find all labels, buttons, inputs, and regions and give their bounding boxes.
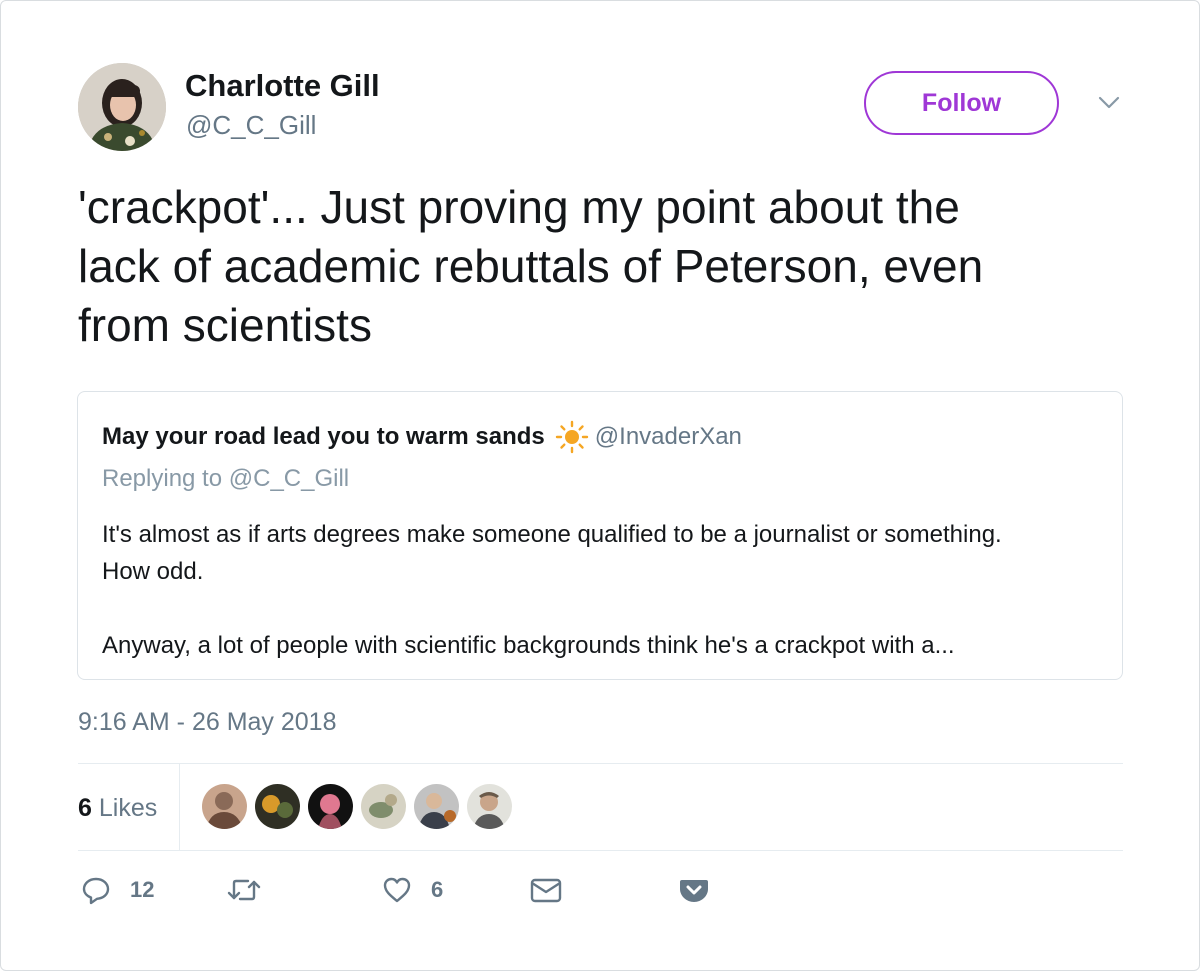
liker-avatar[interactable] [202,784,247,829]
replying-prefix: Replying to [102,465,223,492]
divider [179,764,180,850]
direct-message-button[interactable] [529,874,563,906]
tweet-text: 'crackpot'... Just proving my point abou… [78,178,1138,355]
likes-count: 6 [78,794,92,822]
retweet-button[interactable] [226,874,280,906]
quoted-tweet-body: It's almost as if arts degrees make some… [102,516,1102,664]
like-button[interactable]: 6 [381,874,443,906]
avatar-image [78,63,166,151]
divider [78,763,1123,764]
pocket-button[interactable] [678,874,710,906]
liker-avatar[interactable] [308,784,353,829]
heart-icon [381,874,413,906]
reply-count: 12 [130,877,155,902]
quoted-text-line: Anyway, a lot of people with scientific … [102,632,955,659]
author-display-name[interactable]: Charlotte Gill [185,68,380,104]
quoted-author-name: May your road lead you to warm sands [102,423,545,450]
sun-icon [555,420,589,454]
reply-button[interactable]: 12 [80,874,154,906]
liker-avatar[interactable] [414,784,459,829]
quoted-text-line [102,590,1102,627]
action-bar: 12 6 [80,874,780,914]
liker-avatar[interactable] [361,784,406,829]
pocket-icon [678,874,710,906]
reply-icon [80,874,112,906]
tweet-timestamp[interactable]: 9:16 AM - 26 May 2018 [78,708,336,737]
quoted-text-line: How odd. [102,558,204,585]
envelope-icon [529,874,563,906]
chevron-down-icon[interactable] [1096,92,1122,112]
replying-to: Replying to @C_C_Gill [102,465,349,493]
author-handle[interactable]: @C_C_Gill [186,110,316,141]
author-avatar[interactable] [78,63,166,151]
tweet-text-line: lack of academic rebuttals of Peterson, … [78,240,984,292]
quoted-text-line: It's almost as if arts degrees make some… [102,521,1002,548]
follow-button[interactable]: Follow [864,71,1059,135]
tweet-text-line: 'crackpot'... Just proving my point abou… [78,181,960,233]
likes-label: Likes [98,794,158,822]
tweet-text-line: from scientists [78,299,372,351]
liker-avatar[interactable] [467,784,512,829]
retweet-icon [226,874,262,906]
quoted-author-handle: @InvaderXan [594,423,742,450]
like-count: 6 [431,877,444,902]
likes-stat[interactable]: 6 Likes [78,794,157,823]
divider [78,850,1123,851]
quoted-tweet-header: May your road lead you to warm sands @In… [102,420,742,454]
likers-list [202,784,520,829]
quoted-tweet[interactable]: May your road lead you to warm sands @In… [77,391,1123,680]
replying-handle: @C_C_Gill [228,465,350,492]
liker-avatar[interactable] [255,784,300,829]
